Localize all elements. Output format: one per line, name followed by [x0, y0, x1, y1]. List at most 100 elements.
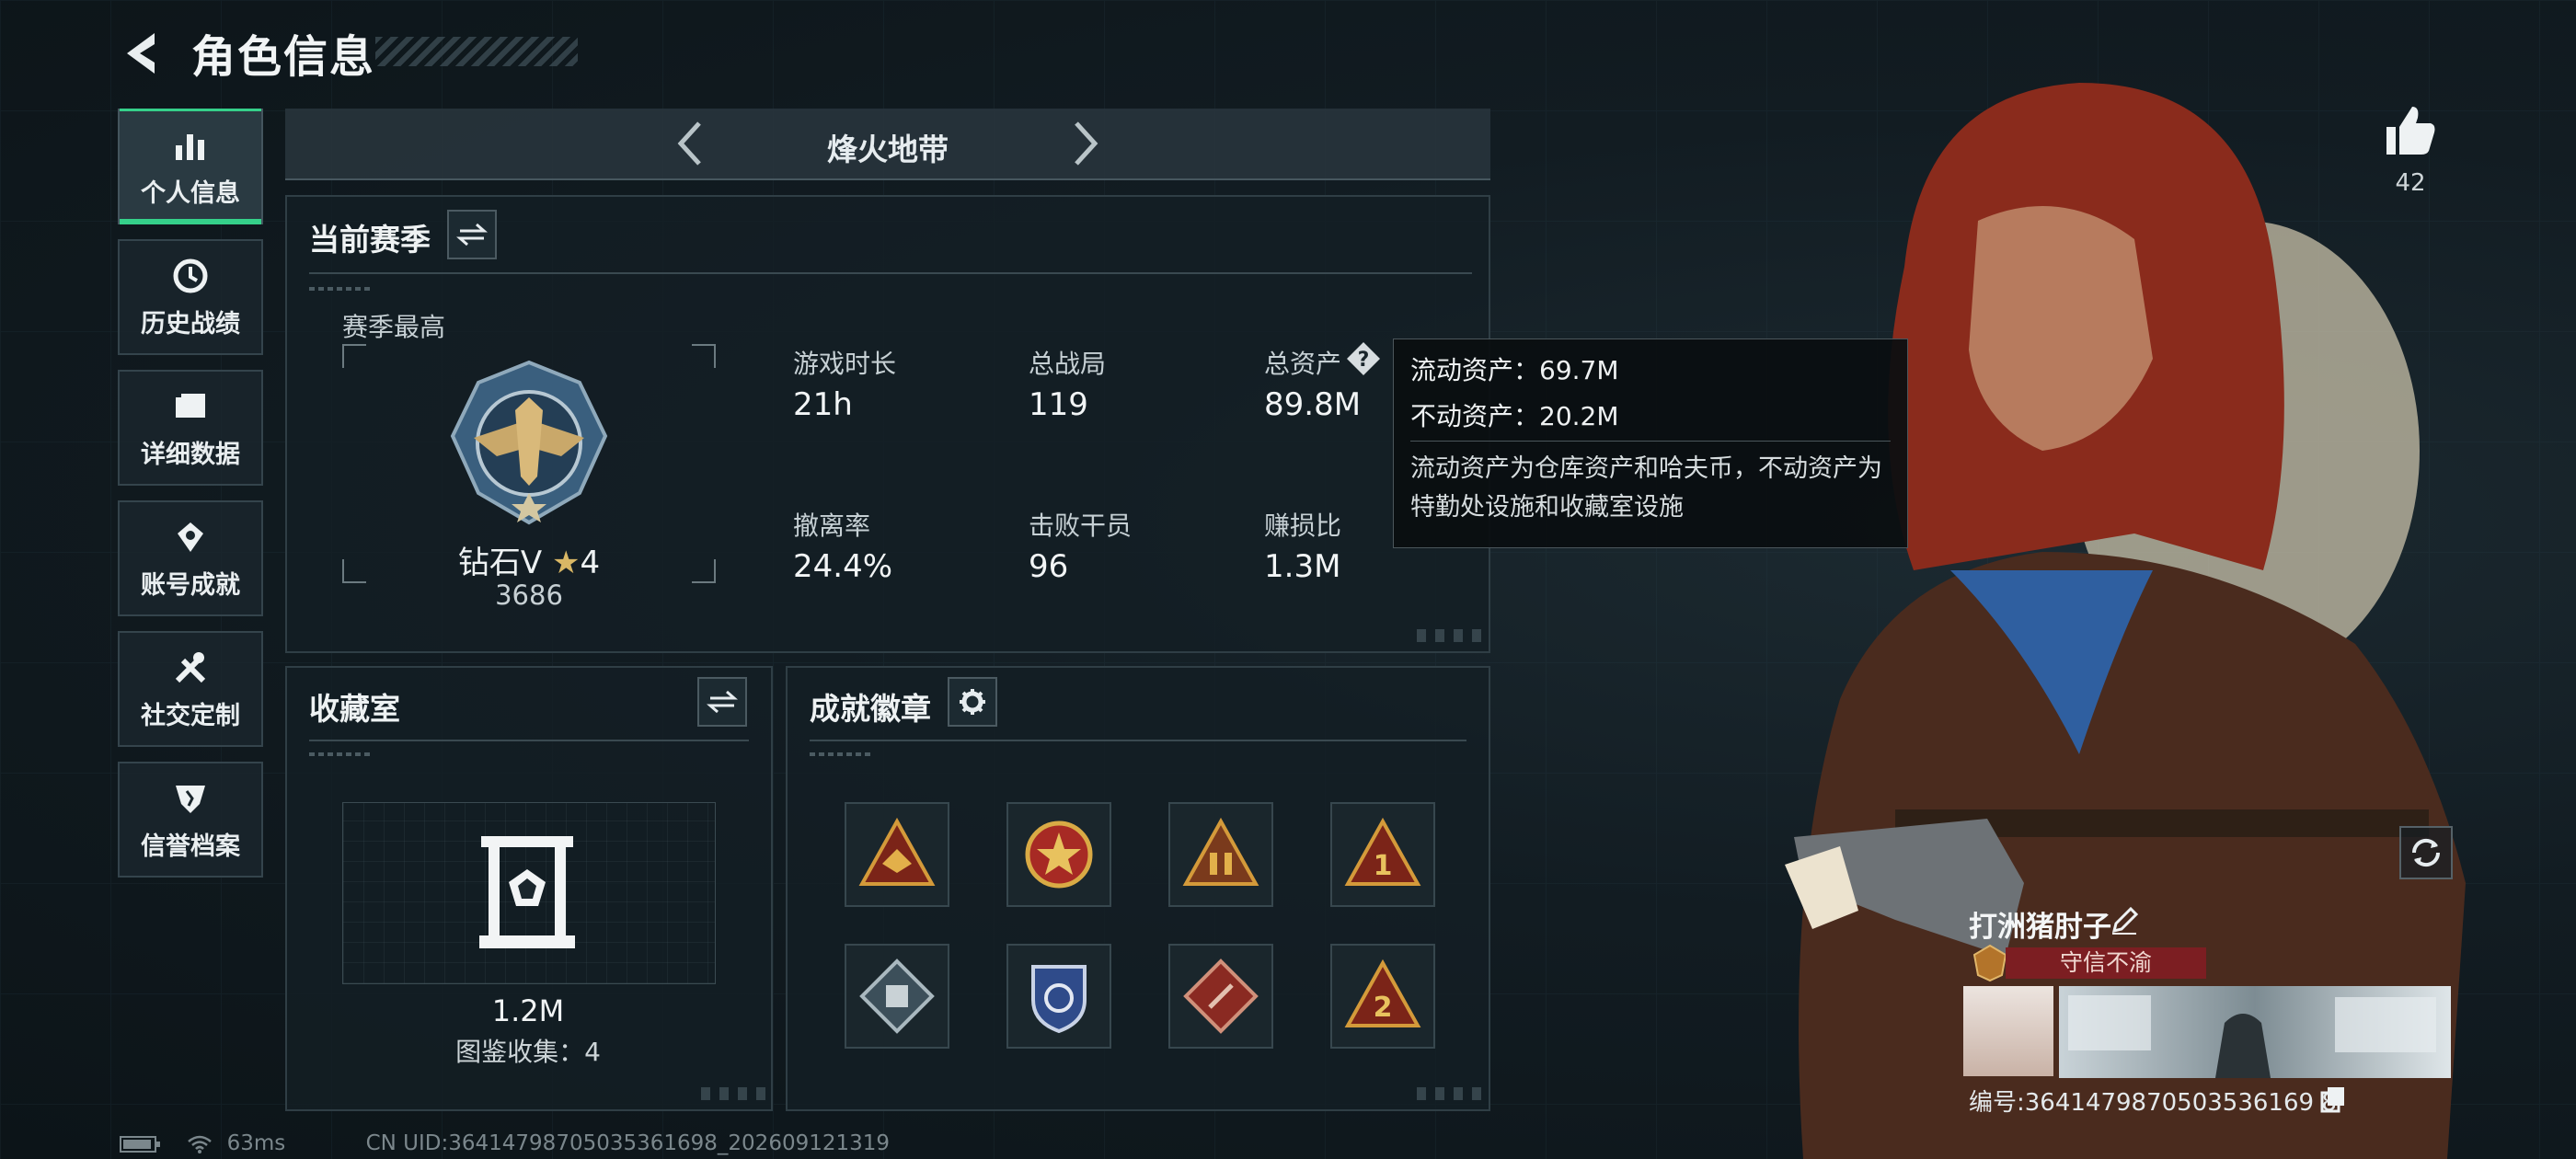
mode-title: 烽火地带 [827, 132, 949, 167]
collection-value: 1.2M [491, 993, 565, 1028]
nav-item-personal-info[interactable]: 个人信息 [118, 109, 263, 224]
badges-title: 成就徽章 [810, 691, 931, 727]
achievement-icon [178, 522, 203, 552]
panel-corner-decoration [1417, 1087, 1481, 1100]
battery-icon [120, 1135, 160, 1153]
catalog-count: 图鉴收集：4 [455, 1037, 601, 1067]
rank-title: 钻石V ★4 [342, 537, 716, 582]
folder-icon [176, 393, 205, 418]
badge-triangle-soldiers[interactable] [1168, 802, 1273, 907]
stat-value-profit-ratio: 1.3M [1264, 548, 1341, 585]
collection-title: 收藏室 [309, 691, 400, 727]
page-title: 角色信息 [191, 31, 376, 83]
mode-selector: 烽火地带 [285, 109, 1490, 180]
swap-icon [456, 223, 488, 247]
nav-item-history[interactable]: 历史战绩 [118, 239, 263, 355]
stat-value-playtime: 21h [793, 386, 853, 423]
stat-label-extract-rate: 撤离率 [793, 511, 871, 541]
collection-preview[interactable] [342, 802, 716, 984]
nav-label: 个人信息 [141, 178, 240, 208]
badge-triangle-eagle[interactable] [845, 802, 949, 907]
diamond-rank-emblem [450, 360, 608, 525]
divider [810, 740, 1466, 741]
rotate-button[interactable] [2399, 826, 2453, 879]
edit-pencil-icon[interactable] [2109, 905, 2140, 936]
svg-text:?: ? [1358, 349, 1370, 372]
badge-star-medal-icon [1025, 820, 1093, 889]
collection-switch-button[interactable] [697, 677, 747, 727]
client-uid: CN UID:36414798705035361698_202609121319 [365, 1131, 891, 1155]
divider-dash [810, 752, 874, 756]
tooltip-fixed-assets: 不动资产：20.2M [1410, 401, 1619, 431]
star-icon: ★ [551, 545, 581, 581]
nav-label: 历史战绩 [141, 309, 240, 339]
badge-triangle-2[interactable]: 2 [1330, 944, 1435, 1049]
badge-triangle-eagle-icon [858, 817, 936, 886]
wifi-icon [188, 1135, 213, 1153]
nav-item-achievements[interactable]: 账号成就 [118, 500, 263, 616]
thumbs-up-icon[interactable] [2381, 101, 2438, 158]
tooltip-description: 流动资产为仓库资产和哈夫币，不动资产为特勤处设施和收藏室设施 [1410, 454, 1882, 522]
swap-icon [707, 690, 738, 714]
gear-icon [960, 689, 985, 715]
divider [309, 740, 749, 741]
badge-diamond-red-icon [1183, 958, 1259, 1034]
badge-triangle-1-icon: 1 [1344, 817, 1421, 886]
badge-triangle-2-icon: 2 [1344, 958, 1421, 1027]
divider [309, 272, 1472, 274]
tooltip-divider [1410, 441, 1891, 442]
rank-points: 3686 [495, 580, 563, 611]
rank-name: 钻石V [457, 545, 543, 581]
tooltip-liquid-assets: 流动资产：69.7M [1410, 355, 1619, 385]
assets-tooltip: 流动资产：69.7M 不动资产：20.2M 流动资产为仓库资产和哈夫币，不动资产… [1393, 339, 1908, 548]
nav-item-credit-profile[interactable]: 信誉档案 [118, 762, 263, 878]
badge-triangle-soldiers-icon [1182, 817, 1259, 886]
rank-stars: 4 [580, 545, 601, 581]
season-best-label: 赛季最高 [342, 312, 446, 342]
svg-text:2: 2 [1374, 992, 1393, 1024]
nav-item-detail-data[interactable]: 详细数据 [118, 370, 263, 486]
badge-triangle-1[interactable]: 1 [1330, 802, 1435, 907]
badge-shield-police[interactable] [1006, 944, 1111, 1049]
help-icon[interactable]: ? [1345, 340, 1382, 377]
panel-corner-decoration [701, 1087, 765, 1100]
like-count: 42 [2395, 169, 2426, 197]
title-decoration [375, 37, 578, 66]
bar-chart-icon [176, 133, 204, 160]
badge-star-medal[interactable] [1006, 802, 1111, 907]
divider-dash [309, 287, 374, 291]
stat-label-kills: 击败干员 [1029, 511, 1133, 541]
stat-value-matches: 119 [1029, 386, 1088, 423]
panel-corner-decoration [1417, 629, 1481, 642]
display-case-icon [479, 836, 575, 948]
profile-banner [2059, 986, 2451, 1078]
stat-value-extract-rate: 24.4% [793, 548, 893, 585]
badges-settings-button[interactable] [948, 677, 997, 727]
badge-diamond-red[interactable] [1168, 944, 1273, 1049]
stat-label-matches: 总战局 [1029, 349, 1107, 379]
banner-scene [2068, 995, 2436, 1078]
nav-item-social-custom[interactable]: 社交定制 [118, 631, 263, 747]
clock-icon [173, 258, 208, 293]
badge-diamond-crate[interactable] [845, 944, 949, 1049]
stat-label-playtime: 游戏时长 [793, 349, 897, 379]
chevron-right-icon[interactable] [1058, 118, 1110, 169]
badge-diamond-crate-icon [859, 958, 935, 1034]
status-bar: 63ms CN UID:36414798705035361698_2026091… [120, 1131, 890, 1155]
season-switch-button[interactable] [447, 210, 497, 259]
copy-icon[interactable] [2320, 1085, 2346, 1113]
nav-label: 信誉档案 [141, 832, 240, 861]
rank-badge-icon [1972, 944, 2007, 982]
season-title: 当前赛季 [309, 222, 431, 258]
avatar[interactable] [1963, 986, 2053, 1076]
nav-label: 详细数据 [141, 440, 240, 469]
player-uid: 编号:3641479870503536169 8 [1969, 1089, 2337, 1117]
side-nav: 个人信息 历史战绩 详细数据 账号成就 社交定制 信誉档案 [118, 109, 265, 892]
refresh-icon [2411, 838, 2441, 867]
ping: 63ms [226, 1131, 286, 1155]
player-name: 打洲猪肘子 [1969, 911, 2111, 944]
credit-shield-icon [176, 785, 205, 813]
back-arrow-icon[interactable] [118, 28, 169, 79]
divider-dash [309, 752, 374, 756]
stat-label-profit-ratio: 赚损比 [1264, 511, 1342, 541]
